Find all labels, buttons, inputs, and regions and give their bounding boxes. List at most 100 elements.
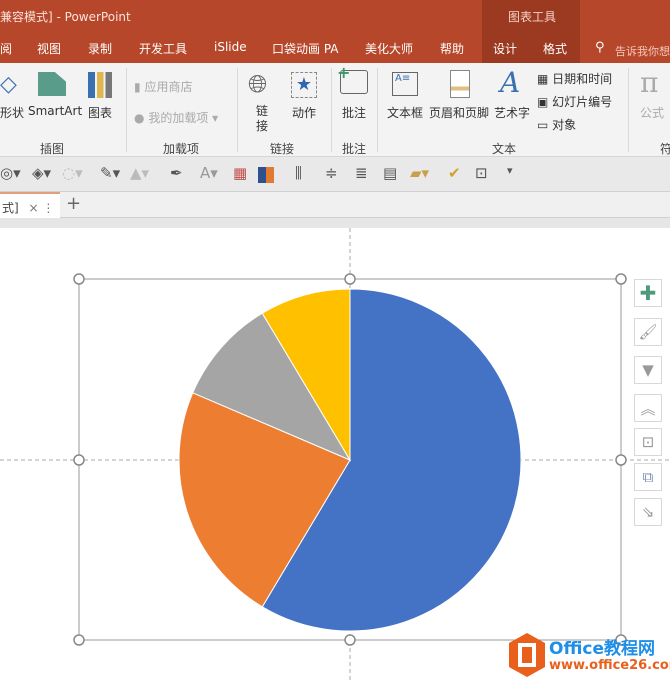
- object-button[interactable]: ▭ 对象: [537, 116, 576, 133]
- add-tab-button[interactable]: +: [66, 193, 81, 214]
- document-tab-label: 式]: [2, 201, 19, 215]
- resize-handle[interactable]: [344, 273, 356, 285]
- calendar-icon: ▦: [537, 72, 549, 86]
- datetime-label: 日期和时间: [552, 72, 613, 86]
- search-icon[interactable]: ⚲: [595, 40, 605, 55]
- action-icon: ★: [291, 72, 317, 98]
- tab-islide[interactable]: iSlide: [214, 40, 247, 54]
- header-footer-button[interactable]: 页眉和页脚: [429, 104, 489, 121]
- group-text-label: 文本: [492, 142, 517, 156]
- tab-developer[interactable]: 开发工具: [139, 40, 187, 57]
- resize-handle[interactable]: [615, 454, 627, 466]
- my-addins-button[interactable]: ● 我的加载项 ▾: [134, 109, 218, 126]
- link-button[interactable]: 链接: [256, 104, 268, 134]
- office-logo: [509, 633, 545, 677]
- datetime-button[interactable]: ▦ 日期和时间: [537, 70, 612, 87]
- smartart-button[interactable]: SmartArt: [28, 104, 82, 118]
- chevrons-up-icon: ︽: [640, 399, 656, 418]
- comment-icon: +: [337, 63, 368, 94]
- group-links-label: 链接: [270, 142, 295, 156]
- customize-icon[interactable]: ▾: [507, 164, 513, 177]
- tab-view[interactable]: 视图: [37, 40, 61, 57]
- resize-button[interactable]: ⇘: [634, 498, 662, 526]
- slide-number-label: 幻灯片编号: [552, 95, 613, 109]
- group-comments-label: 批注: [342, 142, 367, 156]
- store-label: 应用商店: [144, 80, 193, 94]
- outline-icon[interactable]: ✎▾: [100, 164, 120, 182]
- group-symbols-label: 符: [660, 142, 670, 156]
- text-box-icon[interactable]: ▤: [383, 164, 397, 182]
- equation-icon: π: [640, 66, 659, 99]
- paste-icon[interactable]: ▰▾: [410, 164, 429, 182]
- bring-forward-button[interactable]: ︽: [634, 394, 662, 422]
- textbox-button[interactable]: 文本框: [387, 104, 423, 121]
- tab-pocket-animation[interactable]: 口袋动画 PA: [272, 40, 339, 57]
- watermark: Office教程网 www.office26.com: [505, 630, 670, 680]
- tab-help[interactable]: 帮助: [440, 40, 464, 57]
- group-addins-label: 加载项: [163, 142, 200, 156]
- divider: [237, 68, 238, 152]
- tab-review[interactable]: 阅: [0, 40, 12, 57]
- brush-icon: 🖌︎: [638, 323, 658, 341]
- align-center-icon: ⊡: [641, 433, 655, 451]
- shape-icon[interactable]: ◎▾: [0, 164, 21, 182]
- my-addins-label: 我的加载项: [148, 111, 209, 125]
- eyedropper-icon[interactable]: ✒: [170, 164, 183, 182]
- shapes-button[interactable]: 形状: [0, 104, 24, 121]
- watermark-url: www.office26.com: [549, 658, 670, 673]
- document-tab[interactable]: 式] × ⋮: [0, 192, 60, 218]
- overlap-squares-icon: ⧉: [642, 468, 654, 486]
- shapes-icon: ◇: [0, 72, 17, 97]
- chart-styles-button[interactable]: 🖌︎: [634, 318, 662, 346]
- tab-record[interactable]: 录制: [88, 40, 112, 57]
- resize-handle[interactable]: [73, 273, 85, 285]
- tell-me-input[interactable]: 告诉我你想: [615, 43, 670, 59]
- resize-handle[interactable]: [73, 634, 85, 646]
- chart-elements-button[interactable]: ✚: [634, 279, 662, 307]
- tab-format[interactable]: 格式: [543, 40, 567, 57]
- slide-canvas: [0, 228, 670, 681]
- group-illustrations-label: 插图: [40, 142, 65, 156]
- align-center-icon[interactable]: ≑: [325, 164, 338, 182]
- resize-handle[interactable]: [344, 634, 356, 646]
- watermark-name: Office教程网: [549, 639, 656, 659]
- canvas-margin: [0, 218, 670, 228]
- format-painter-icon[interactable]: ✔: [448, 164, 461, 182]
- effect-icon[interactable]: ◌▾: [62, 164, 83, 182]
- resize-arrow-icon: ⇘: [641, 503, 655, 521]
- fill-icon[interactable]: ◈▾: [32, 164, 51, 182]
- paragraph-icon[interactable]: ≣: [355, 164, 368, 182]
- plus-icon: ✚: [639, 281, 657, 305]
- action-button[interactable]: 动作: [292, 104, 316, 121]
- slide-number-button[interactable]: ▣ 幻灯片编号: [537, 93, 612, 110]
- object-label: 对象: [552, 118, 577, 132]
- document-tab-strip: [0, 192, 670, 218]
- textbox-icon: A≡: [392, 72, 418, 96]
- tab-beautify[interactable]: 美化大师: [365, 40, 413, 57]
- resize-handle[interactable]: [615, 273, 627, 285]
- resize-handle[interactable]: [73, 454, 85, 466]
- context-tab-group-label: 图表工具: [508, 10, 557, 24]
- grid-icon[interactable]: ▦: [233, 164, 247, 182]
- chart-filters-button[interactable]: ▼: [634, 356, 662, 384]
- wordart-button[interactable]: 艺术字: [494, 104, 530, 121]
- font-color-icon[interactable]: A▾: [200, 164, 218, 182]
- divider: [331, 68, 332, 152]
- divider: [628, 68, 629, 152]
- distribute-icon[interactable]: ⫼: [295, 164, 302, 182]
- tab-design[interactable]: 设计: [493, 40, 517, 57]
- color-scheme-icon[interactable]: [258, 167, 274, 183]
- equation-button[interactable]: 公式: [640, 104, 664, 121]
- store-button[interactable]: ▮ 应用商店: [134, 78, 192, 95]
- crop-icon[interactable]: ⊡: [475, 164, 488, 182]
- comment-button[interactable]: 批注: [342, 104, 366, 121]
- align-button[interactable]: ⊡: [634, 428, 662, 456]
- pie-chart[interactable]: [178, 288, 522, 632]
- arrange-button[interactable]: ⧉: [634, 463, 662, 491]
- filter-icon: ▼: [642, 361, 654, 379]
- slide-number-icon: ▣: [537, 95, 549, 109]
- text-fill-icon[interactable]: ▲▾: [130, 164, 149, 182]
- close-icon[interactable]: ×: [29, 201, 39, 215]
- chart-button[interactable]: 图表: [88, 104, 112, 121]
- more-icon[interactable]: ⋮: [42, 201, 54, 215]
